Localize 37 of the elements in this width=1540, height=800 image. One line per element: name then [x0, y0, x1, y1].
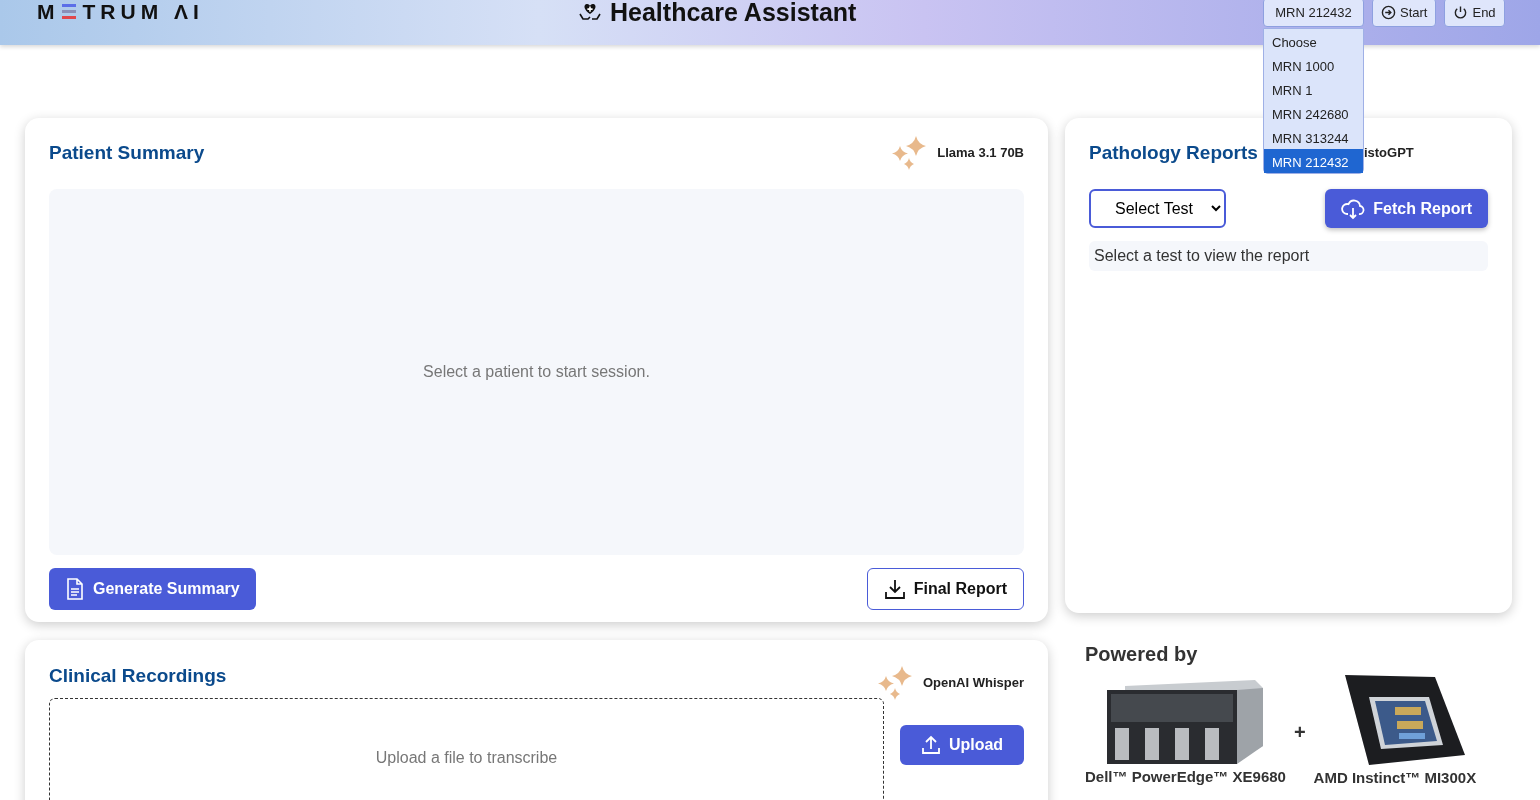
plus-sign: +	[1293, 720, 1306, 746]
section-title: Powered by	[1085, 642, 1199, 667]
logo-text: TRUM ΛI	[82, 0, 204, 25]
document-icon	[65, 578, 85, 600]
upload-dropzone[interactable]: Upload a file to transcribe	[49, 698, 884, 800]
product-label: AMD Instinct™ MI300X	[1313, 768, 1477, 788]
dropdown-option[interactable]: MRN 242680	[1264, 101, 1363, 125]
test-select[interactable]: Select Test	[1089, 189, 1226, 228]
placeholder-text: Select a patient to start session.	[423, 362, 650, 382]
power-icon	[1453, 5, 1469, 20]
end-button[interactable]: End	[1444, 0, 1505, 27]
logo-mark-icon	[61, 4, 76, 19]
dropdown-option[interactable]: Choose	[1264, 29, 1363, 53]
upload-button[interactable]: Upload	[900, 725, 1024, 765]
card-title: Pathology Reports	[1089, 140, 1258, 165]
dropdown-option[interactable]: MRN 313244	[1264, 125, 1363, 149]
model-label: Llama 3.1 70B	[937, 144, 1024, 163]
dropdown-option[interactable]: MRN 1000	[1264, 53, 1363, 77]
product-label: Dell™ PowerEdge™ XE9680	[1085, 767, 1286, 787]
patient-select[interactable]: MRN 212432	[1263, 0, 1364, 27]
upload-icon	[920, 735, 941, 755]
dropdown-option[interactable]: MRN 212432	[1264, 149, 1363, 173]
model-label: OpenAI Whisper	[922, 674, 1024, 693]
start-button[interactable]: Start	[1372, 0, 1437, 27]
app-title: Healthcare Assistant	[610, 0, 857, 28]
fetch-report-button[interactable]: Fetch Report	[1325, 189, 1488, 228]
arrow-circle-icon	[1381, 5, 1396, 20]
generate-summary-button[interactable]: Generate Summary	[49, 568, 256, 610]
card-title: Patient Summary	[49, 140, 205, 165]
download-icon	[883, 578, 906, 600]
dropdown-option[interactable]: MRN 1	[1264, 77, 1363, 101]
model-label: istoGPT	[1363, 144, 1414, 163]
report-status-text: Select a test to view the report	[1089, 241, 1488, 271]
logo-text: M	[37, 0, 60, 25]
card-title: Clinical Recordings	[49, 664, 227, 688]
final-report-button[interactable]: Final Report	[866, 568, 1024, 610]
placeholder-text: Upload a file to transcribe	[375, 748, 558, 768]
